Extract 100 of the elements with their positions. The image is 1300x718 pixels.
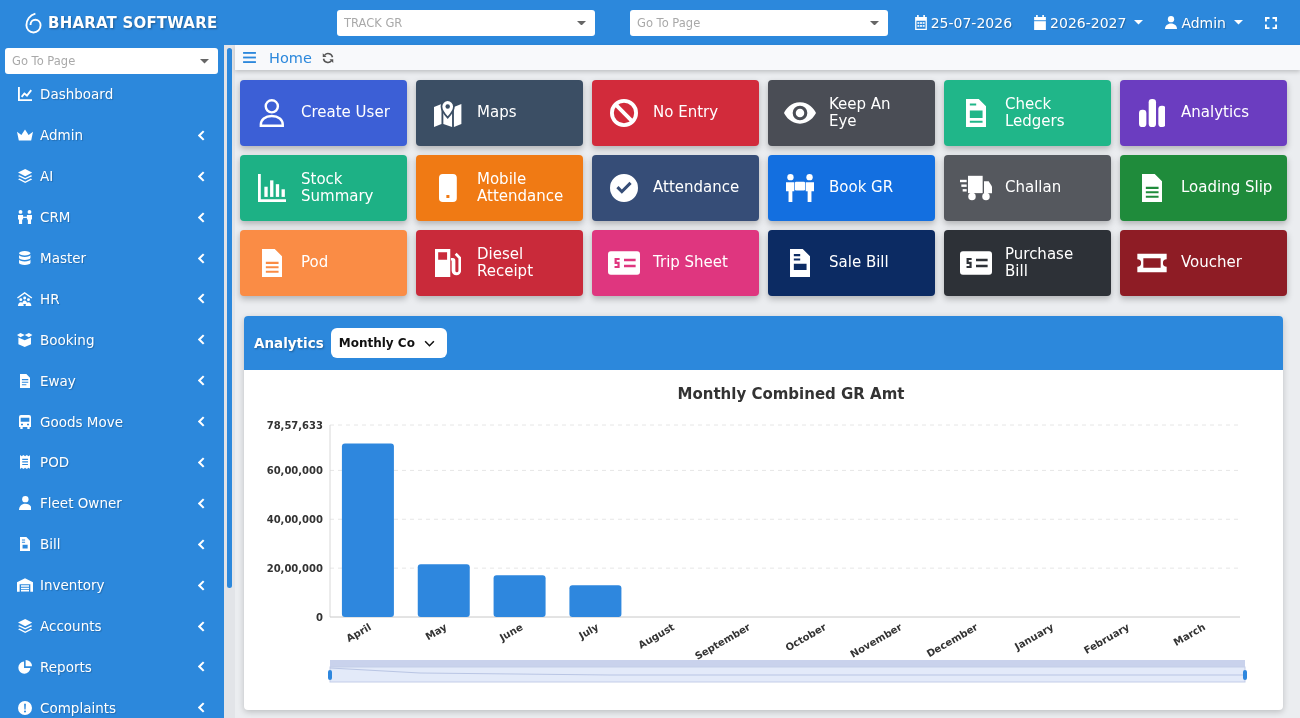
chevron-down-icon — [423, 339, 435, 347]
sidebar-item[interactable]: Complaints — [0, 687, 224, 718]
layers-icon — [17, 169, 33, 184]
shortcut-tile[interactable]: Check Ledgers — [944, 80, 1111, 146]
calendar-icon — [914, 15, 927, 30]
track-select[interactable]: TRACK GR — [337, 9, 595, 36]
shortcut-tile[interactable]: Book GR — [768, 155, 935, 221]
shortcut-tile[interactable]: Mobile Attendance — [416, 155, 583, 221]
user-outline-icon — [259, 99, 285, 127]
bill-icon — [608, 249, 640, 277]
chevron-left-icon — [198, 497, 205, 509]
sidebar-item[interactable]: CRM — [0, 196, 224, 238]
sidebar-item[interactable]: Bill — [0, 523, 224, 565]
invoice-icon — [789, 249, 811, 277]
caret-down-icon — [1234, 20, 1243, 25]
chart-title: Monthly Combined GR Amt — [677, 385, 905, 403]
user-menu[interactable]: Admin — [1165, 14, 1243, 31]
card-title: Analytics — [254, 335, 324, 351]
report-select[interactable]: Monthly Co — [330, 328, 447, 358]
database-icon — [19, 251, 31, 265]
shortcut-tile[interactable]: Stock Summary — [240, 155, 407, 221]
shortcut-tile[interactable]: Attendance — [592, 155, 759, 221]
home-link[interactable]: Home — [269, 49, 312, 66]
chevron-left-icon — [198, 661, 205, 673]
line-chart-icon — [17, 87, 33, 102]
eye-icon — [784, 99, 816, 127]
bar-chart-icon — [1138, 99, 1166, 127]
sidebar-item[interactable]: Inventory — [0, 564, 224, 606]
page-select[interactable]: Go To Page — [630, 9, 888, 36]
shortcut-tile[interactable]: Diesel Receipt — [416, 230, 583, 296]
shortcut-tile[interactable]: Maps — [416, 80, 583, 146]
y-axis-label: 20,00,000 — [266, 563, 323, 575]
shortcut-tile[interactable]: Purchase Bill — [944, 230, 1111, 296]
y-axis-label: 40,00,000 — [266, 514, 323, 526]
scrollbar[interactable] — [224, 45, 235, 718]
chevron-left-icon — [198, 252, 205, 264]
sidebar-item[interactable]: Dashboard — [0, 74, 224, 115]
shortcut-tile[interactable]: Create User — [240, 80, 407, 146]
chevron-left-icon — [198, 538, 205, 550]
receipt-icon — [19, 455, 31, 470]
sidebar-item[interactable]: POD — [0, 442, 224, 483]
chevron-left-icon — [198, 620, 205, 632]
caret-down-icon — [577, 20, 586, 25]
document-icon — [261, 249, 283, 277]
sidebar-item[interactable]: Master — [0, 237, 224, 279]
sidebar-item[interactable]: Goods Move — [0, 401, 224, 442]
menu-icon[interactable] — [243, 52, 256, 63]
chevron-left-icon — [198, 375, 205, 387]
shortcut-tile[interactable]: Analytics — [1120, 80, 1287, 146]
sidebar-item[interactable]: Fleet Owner — [0, 482, 224, 524]
chevron-left-icon — [198, 129, 205, 141]
map-pin-icon — [434, 99, 462, 127]
caret-down-icon — [870, 20, 879, 25]
person-icon — [18, 496, 32, 511]
chevron-left-icon — [198, 456, 205, 468]
y-axis-label: 0 — [316, 612, 323, 623]
caret-down-icon — [1134, 20, 1144, 25]
brand-name: BHARAT SOFTWARE — [48, 13, 218, 32]
shortcut-tile[interactable]: Pod — [240, 230, 407, 296]
y-axis-label: 78,57,633 — [266, 420, 323, 431]
bill-icon — [960, 249, 992, 277]
sidebar-item[interactable]: Accounts — [0, 605, 224, 647]
layers-icon — [17, 619, 33, 633]
chevron-left-icon — [198, 211, 205, 223]
chart-icon — [258, 174, 286, 202]
shortcut-tile[interactable]: Challan — [944, 155, 1111, 221]
sidebar-item[interactable]: HR — [0, 278, 224, 320]
document-icon — [19, 373, 31, 388]
shortcut-tile[interactable]: Keep An Eye — [768, 80, 935, 146]
financial-year-dropdown[interactable]: 2026-2027 — [1034, 14, 1144, 31]
sidebar-item[interactable]: Reports — [0, 646, 224, 688]
sidebar-item[interactable]: Booking — [0, 319, 224, 361]
people-icon — [18, 210, 32, 225]
invoice-icon — [19, 537, 31, 552]
fullscreen-icon[interactable] — [1265, 16, 1277, 29]
crown-icon — [17, 128, 33, 143]
phone-icon — [439, 174, 457, 202]
shortcut-tile[interactable]: Voucher — [1120, 230, 1287, 296]
sidebar-item[interactable]: Admin — [0, 114, 224, 156]
shortcut-tile[interactable]: Sale Bill — [768, 230, 935, 296]
chart-bar — [417, 564, 470, 617]
sidebar-item[interactable]: Eway — [0, 360, 224, 402]
document-icon — [1141, 174, 1163, 202]
zoom-slider[interactable] — [328, 660, 1247, 683]
chart-bar — [493, 575, 546, 617]
chevron-left-icon — [198, 170, 205, 182]
sidebar-item[interactable]: AI — [0, 155, 224, 197]
pie-chart-icon — [18, 659, 32, 674]
chevron-left-icon — [198, 416, 205, 428]
prohibited-icon — [610, 99, 638, 127]
go-to-page-select[interactable]: Go To Page — [5, 48, 218, 74]
shortcut-tile[interactable]: No Entry — [592, 80, 759, 146]
logo-icon — [25, 11, 42, 34]
shortcut-tile[interactable]: Trip Sheet — [592, 230, 759, 296]
chevron-left-icon — [198, 579, 205, 591]
people-carrying-box-icon — [786, 174, 814, 202]
alert-icon — [18, 700, 32, 715]
shortcut-tile[interactable]: Loading Slip — [1120, 155, 1287, 221]
refresh-icon[interactable] — [321, 51, 334, 64]
warehouse-icon — [17, 578, 33, 593]
